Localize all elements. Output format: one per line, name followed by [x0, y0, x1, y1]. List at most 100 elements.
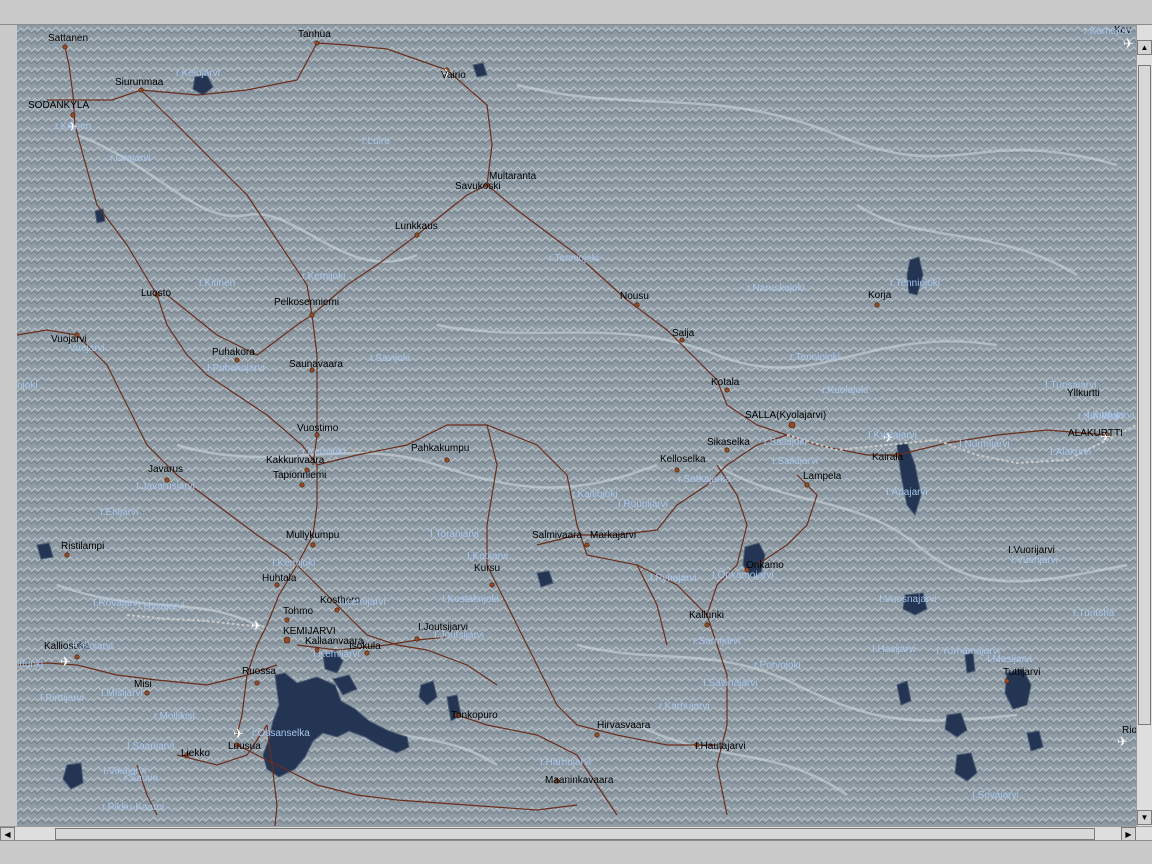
airplane-icon[interactable]: ✈ [60, 655, 71, 668]
town-label[interactable]: SODANKYLA [28, 100, 89, 111]
water-label: r.Savijoki [370, 353, 411, 364]
town-label[interactable]: Kallunki [689, 610, 724, 621]
horizontal-scroll-thumb[interactable] [55, 828, 1095, 840]
vertical-scroll-thumb[interactable] [1138, 65, 1151, 725]
town-label[interactable]: Ruossa [242, 666, 276, 677]
water-label: r.Mollikisi [154, 711, 195, 722]
town-label[interactable]: Tapionniemi [273, 470, 326, 481]
water-label: I.Puhakojarvi [207, 363, 265, 374]
town-label[interactable]: Korja [868, 290, 891, 301]
town-label[interactable]: Huhtala [262, 573, 296, 584]
water-label: r.Porvojoki [754, 660, 801, 671]
town-label[interactable]: Sattanen [48, 33, 88, 44]
water-label: r.Tuntsha [1073, 608, 1115, 619]
airplane-icon[interactable]: ✈ [1123, 37, 1134, 50]
airplane-icon[interactable]: ✈ [233, 727, 244, 740]
water-label: I.Kuttujarvi [1087, 410, 1135, 421]
water-label: I.Enijarvi [100, 507, 139, 518]
airplane-icon[interactable]: ✈ [251, 619, 262, 632]
town-label[interactable]: Lunkkaus [395, 221, 438, 232]
map-view[interactable]: ✈ ✈ ✈ ✈ ✈ ✈ ✈ ✈ ✈ Sattanen Tanhua Siurun… [17, 25, 1136, 826]
town-label[interactable]: Markajarvi [590, 530, 636, 541]
top-window-bar [0, 0, 1152, 25]
town-label[interactable]: Puhakora [212, 347, 255, 358]
water-label: r.Karhujarvi [659, 701, 710, 712]
water-label: I.Vuosnajarvi [879, 594, 937, 605]
water-label: I.Sovajarvi [972, 790, 1019, 801]
water-label: I.Kyolajarvi [868, 430, 917, 441]
water-label: r.Ossanselka [252, 728, 310, 739]
water-label: ittunki [17, 659, 44, 670]
town-label[interactable]: Hirvasvaara [597, 720, 650, 731]
town-label[interactable]: Tonkopuro [451, 710, 498, 721]
water-label: r.Tenniojoki [790, 352, 841, 363]
water-label: I.Hyvajarvi [138, 601, 185, 612]
water-label: r.Naruskajoki [747, 283, 805, 294]
town-label[interactable]: Javarus [148, 464, 183, 475]
water-label: r.Sallajoki [764, 437, 807, 448]
town-label[interactable]: Kelloselka [660, 454, 706, 465]
water-label: I.Harhujarvi [540, 757, 592, 768]
town-label[interactable]: ALAKURTTI [1068, 428, 1123, 439]
water-label: I.Joutsijarvi [434, 630, 485, 641]
status-bar [0, 840, 1152, 864]
water-label: r.Kitinen [55, 121, 92, 132]
water-label: I.Pirttijarvi [40, 693, 84, 704]
town-label[interactable]: Luusua [228, 741, 261, 752]
town-label[interactable]: Nousu [620, 291, 649, 302]
town-label[interactable]: Kairala [872, 452, 903, 463]
town-label[interactable]: Liekko [181, 748, 210, 759]
water-label: I.Ruuhijarvi [618, 499, 669, 510]
town-label[interactable]: Rio [1122, 725, 1136, 736]
water-label: r.Kaitiojoki [572, 489, 618, 500]
town-label[interactable]: I.Hautajarvi [695, 741, 746, 752]
water-label: r.Orajarvi [110, 153, 151, 164]
water-label: njoki [17, 380, 38, 391]
horizontal-scrollbar[interactable]: ◀ ▶ [0, 826, 1152, 842]
town-label[interactable]: Tohmo [283, 606, 313, 617]
town-label[interactable]: Vuostimo [297, 423, 338, 434]
town-label[interactable]: Siurunmaa [115, 77, 163, 88]
water-label: I.Kotijarvi [467, 551, 509, 562]
water-label: I.Kallojarvi [67, 641, 114, 652]
water-label: I.Hasijarvi [872, 644, 916, 655]
town-label[interactable]: Luosto [141, 288, 171, 299]
water-label: I.Alakorvi [1050, 447, 1092, 458]
water-label: r.Sotkajarka [678, 474, 731, 485]
terrain-texture [17, 25, 1136, 826]
map-canvas [17, 25, 1136, 826]
water-label: r.Kelujarvi [176, 68, 220, 79]
town-label[interactable]: Salmivaara [532, 530, 582, 541]
arrow-up-icon[interactable]: ▲ [1137, 40, 1152, 55]
water-label: r.Kitinen [199, 278, 236, 289]
water-label: I.Saarijarvi [127, 741, 175, 752]
water-label: r.Pikku-Kaarni [102, 802, 165, 813]
town-label[interactable]: Tuttijarvi [1003, 667, 1040, 678]
town-label[interactable]: Kursu [474, 563, 500, 574]
town-label[interactable]: Saija [672, 328, 694, 339]
airplane-icon[interactable]: ✈ [1117, 735, 1128, 748]
vertical-scrollbar[interactable]: ▲ ▼ [1136, 25, 1152, 826]
town-label[interactable]: SALLA(Kyolajarvi) [745, 410, 826, 421]
town-label[interactable]: Kotala [711, 377, 739, 388]
town-label[interactable]: Savukoski [455, 181, 501, 192]
water-label: I.Nurmijarvi [959, 439, 1010, 450]
town-label[interactable]: Maaninkavaara [545, 775, 613, 786]
town-label[interactable]: Ristilampi [61, 541, 104, 552]
town-label[interactable]: Tanhua [298, 29, 331, 40]
arrow-down-icon[interactable]: ▼ [1137, 810, 1152, 825]
town-label[interactable]: Pahkakumpu [411, 443, 469, 454]
water-label: I.Onkamojarvi [712, 570, 774, 581]
water-label: r.Luiro [362, 136, 390, 147]
town-label[interactable]: Saunavaara [289, 359, 343, 370]
town-label[interactable]: Mullykumpu [286, 530, 339, 541]
water-label: I.Misijarvi [101, 688, 143, 699]
left-window-frame [0, 25, 17, 826]
water-label: r.Tenniojoki [890, 278, 941, 289]
water-label: I.Savinajarvi [703, 678, 758, 689]
town-label[interactable]: Sikaselka [707, 437, 750, 448]
town-label[interactable]: Pelkosenniemi [274, 297, 339, 308]
town-label[interactable]: Vairio [441, 70, 466, 81]
water-label: I.Javarusjarvi [136, 481, 195, 492]
town-label[interactable]: Lampela [803, 471, 841, 482]
